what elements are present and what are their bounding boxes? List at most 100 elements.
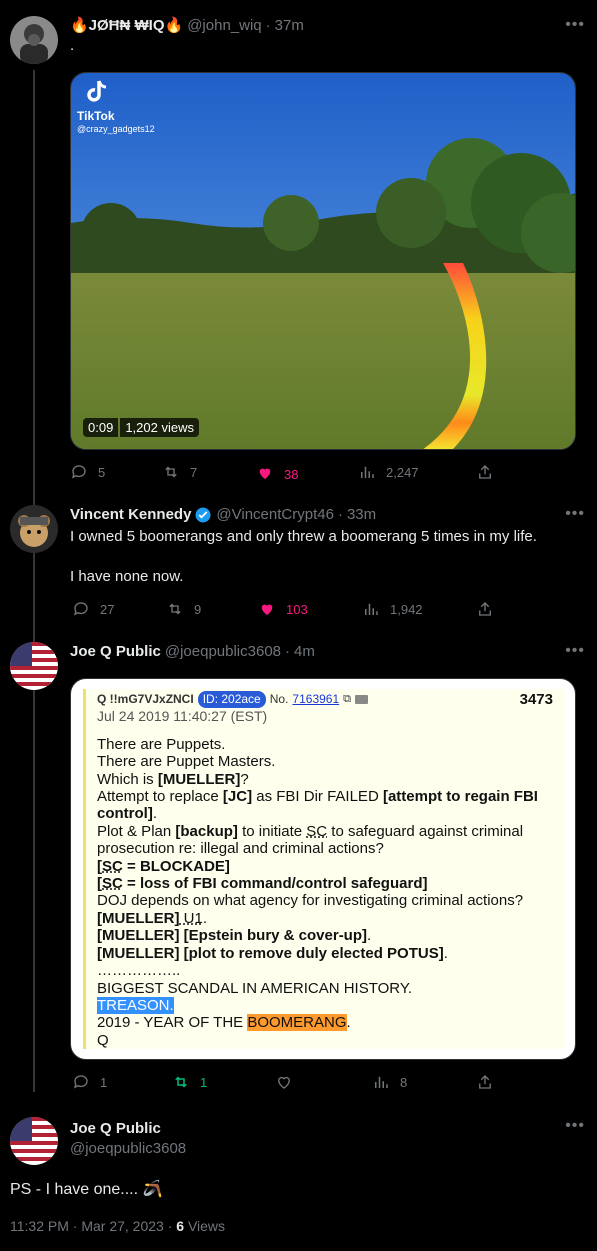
author-handle[interactable]: @joeqpublic3608 [165, 642, 281, 662]
author-name[interactable]: 🔥JØĦ₦ ₩IQ🔥 [70, 16, 183, 36]
q-date: Jul 24 2019 11:40:27 (EST) [97, 708, 268, 725]
q-line: 2019 - YEAR OF THE BOOMERANG. [97, 1014, 351, 1032]
q-line: DOJ depends on what agency for investiga… [97, 892, 524, 910]
q-line: …………….. [97, 962, 181, 980]
view-count: 1,942 [390, 601, 423, 617]
q-line: [MUELLER] U1. [97, 909, 208, 927]
reply-button[interactable]: 1 [72, 1073, 107, 1091]
tweet-john-wiq[interactable]: 🔥JØĦ₦ ₩IQ🔥 @john_wiq · 37m . ••• TikTok … [0, 16, 597, 488]
reply-count: 27 [100, 601, 115, 617]
q-line: TREASON. [97, 996, 174, 1014]
like-count: 103 [286, 601, 308, 617]
video-duration: 0:09 [83, 418, 119, 437]
q-line: [SC = loss of FBI command/control safegu… [97, 875, 428, 893]
heart-filled-icon [261, 604, 273, 615]
q-line: There are Puppets. [97, 735, 226, 753]
author-name[interactable]: Vincent Kennedy [70, 505, 191, 525]
retweet-button[interactable]: 9 [166, 600, 201, 618]
retweet-count: 9 [194, 601, 202, 617]
like-button[interactable]: 103 [258, 600, 308, 618]
like-button[interactable]: 38 [256, 463, 298, 482]
q-line: [MUELLER] [Epstein bury & cover-up]. [97, 927, 372, 945]
author-handle[interactable]: @VincentCrypt46 [216, 505, 334, 525]
share-icon [479, 465, 491, 479]
reply-button[interactable]: 5 [70, 463, 105, 481]
share-icon [479, 602, 491, 616]
tweet-text: PS - I have one.... 🪃 [10, 1181, 163, 1198]
views-count: 6 [176, 1218, 185, 1234]
q-line: [MUELLER] [plot to remove duly elected P… [97, 944, 448, 962]
separator-dot: · [285, 643, 291, 660]
separator-dot: · [337, 506, 343, 523]
more-options-icon[interactable]: ••• [565, 505, 585, 523]
author-handle[interactable]: @joeqpublic3608 [70, 1139, 581, 1159]
tweet-text-line1: I owned 5 boomerangs and only threw a bo… [70, 528, 537, 545]
heart-icon [278, 1076, 290, 1089]
tweet-time[interactable]: 37m [275, 16, 304, 36]
share-button[interactable] [476, 463, 494, 481]
view-count: 8 [400, 1074, 408, 1090]
more-options-icon[interactable]: ••• [565, 1117, 585, 1135]
share-button[interactable] [476, 1073, 494, 1091]
separator-dot: · [265, 17, 271, 34]
avatar-us-flag[interactable] [10, 642, 58, 690]
tweet-time[interactable]: 33m [347, 505, 376, 525]
retweet-count: 7 [190, 464, 198, 480]
reply-count: 5 [98, 464, 106, 480]
q-line: Attempt to replace [JC] as FBI Dir FAILE… [97, 788, 538, 823]
q-line: [SC = BLOCKADE] [97, 857, 230, 875]
external-link-icon: ⧉ [343, 693, 351, 705]
tweet-actions: 1 1 8 [70, 1073, 581, 1093]
reply-icon [73, 602, 88, 616]
analytics-icon [365, 603, 378, 615]
q-line: Plot & Plan [backup] to initiate SC to s… [97, 822, 524, 858]
share-button[interactable] [476, 600, 494, 618]
reply-icon [73, 1075, 88, 1089]
q-id-badge: ID: 202ace [197, 691, 266, 709]
more-options-icon[interactable]: ••• [565, 642, 585, 660]
avatar[interactable] [10, 16, 58, 64]
author-name[interactable]: Joe Q Public [70, 642, 161, 662]
views-button[interactable]: 8 [372, 1073, 407, 1091]
tweet-joe-q-public[interactable]: Joe Q Public @joeqpublic3608 · 4m ••• Q … [0, 642, 597, 1102]
tweet-timestamp[interactable]: 11:32 PM · Mar 27, 2023 · [10, 1218, 176, 1234]
tweet-timestamp-row: 11:32 PM · Mar 27, 2023 · 6 Views [10, 1218, 225, 1234]
more-options-icon[interactable]: ••• [565, 16, 585, 34]
q-drop-post: Q !!mG7VJxZNCI ID: 202ace No. 7163961 ⧉ J… [83, 689, 565, 1049]
like-button[interactable] [275, 1073, 303, 1091]
folder-icon [355, 695, 368, 705]
analytics-icon [361, 466, 374, 478]
video-player[interactable]: TikTok @crazy_gadgets12 0:09 1,202 views [70, 72, 576, 450]
retweet-icon [169, 603, 181, 615]
share-icon [479, 1075, 491, 1089]
tweet-time[interactable]: 4m [294, 642, 315, 662]
video-views: 1,202 views [120, 418, 199, 437]
retweet-count: 1 [200, 1074, 208, 1090]
avatar-us-flag[interactable] [10, 1117, 58, 1165]
views-button[interactable]: 1,942 [362, 600, 423, 618]
q-no-label: No. [269, 692, 289, 706]
like-count: 38 [284, 467, 299, 482]
focused-tweet[interactable]: Joe Q Public @joeqpublic3608 ••• PS - I … [0, 1117, 597, 1251]
q-line: Q [97, 1031, 109, 1049]
verified-badge-icon [195, 507, 211, 523]
analytics-icon [375, 1076, 388, 1088]
reply-button[interactable]: 27 [72, 600, 114, 618]
author-handle[interactable]: @john_wiq [187, 16, 261, 36]
q-line: Which is [MUELLER]? [97, 770, 249, 788]
tiktok-account: @crazy_gadgets12 [77, 124, 155, 134]
retweet-button[interactable]: 7 [162, 463, 197, 481]
author-name[interactable]: Joe Q Public [70, 1119, 581, 1139]
heart-filled-icon [259, 468, 271, 479]
reply-icon [71, 465, 86, 479]
attached-image[interactable]: Q !!mG7VJxZNCI ID: 202ace No. 7163961 ⧉ J… [70, 678, 576, 1060]
views-button[interactable]: 2,247 [358, 463, 419, 481]
tweet-actions: 5 7 38 2,247 [70, 463, 581, 483]
q-author: Q !!mG7VJxZNCI [97, 692, 194, 706]
q-drop-number: 3473 [519, 691, 553, 708]
retweet-icon [165, 466, 177, 478]
tweet-text: . [70, 37, 75, 54]
avatar[interactable] [10, 505, 58, 553]
q-line: There are Puppet Masters. [97, 753, 276, 771]
retweet-button[interactable]: 1 [172, 1073, 207, 1091]
